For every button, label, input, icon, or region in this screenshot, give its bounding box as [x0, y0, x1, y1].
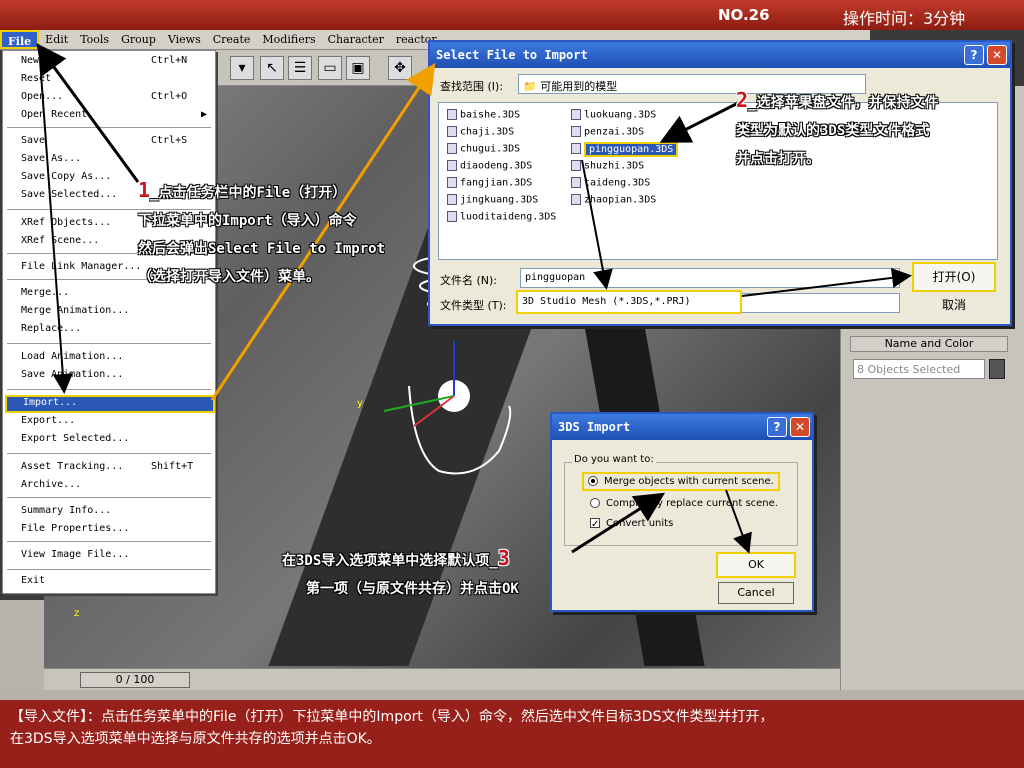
- step3-note: 在3DS导入选项菜单中选择默认项_3 第一项（与原文件共存）并点击OK: [282, 546, 519, 597]
- caption-line-1: 【导入文件】：点击任务菜单中的File（打开）下拉菜单中的Import（导入）命…: [10, 709, 774, 725]
- caption-line-2: 在3DS导入选项菜单中选择与原文件共存的选项并点击OK。: [10, 731, 381, 747]
- step2-note: 2_选择苹果盘文件，并保持文件 类型为默认的3DS类型文件格式 并点击打开。: [736, 88, 939, 167]
- step1-note: 1_点击任务栏中的File（打开） 下拉菜单中的Import（导入）命令 然后会…: [138, 178, 386, 285]
- tutorial-caption: 【导入文件】：点击任务菜单中的File（打开）下拉菜单中的Import（导入）命…: [0, 700, 1024, 768]
